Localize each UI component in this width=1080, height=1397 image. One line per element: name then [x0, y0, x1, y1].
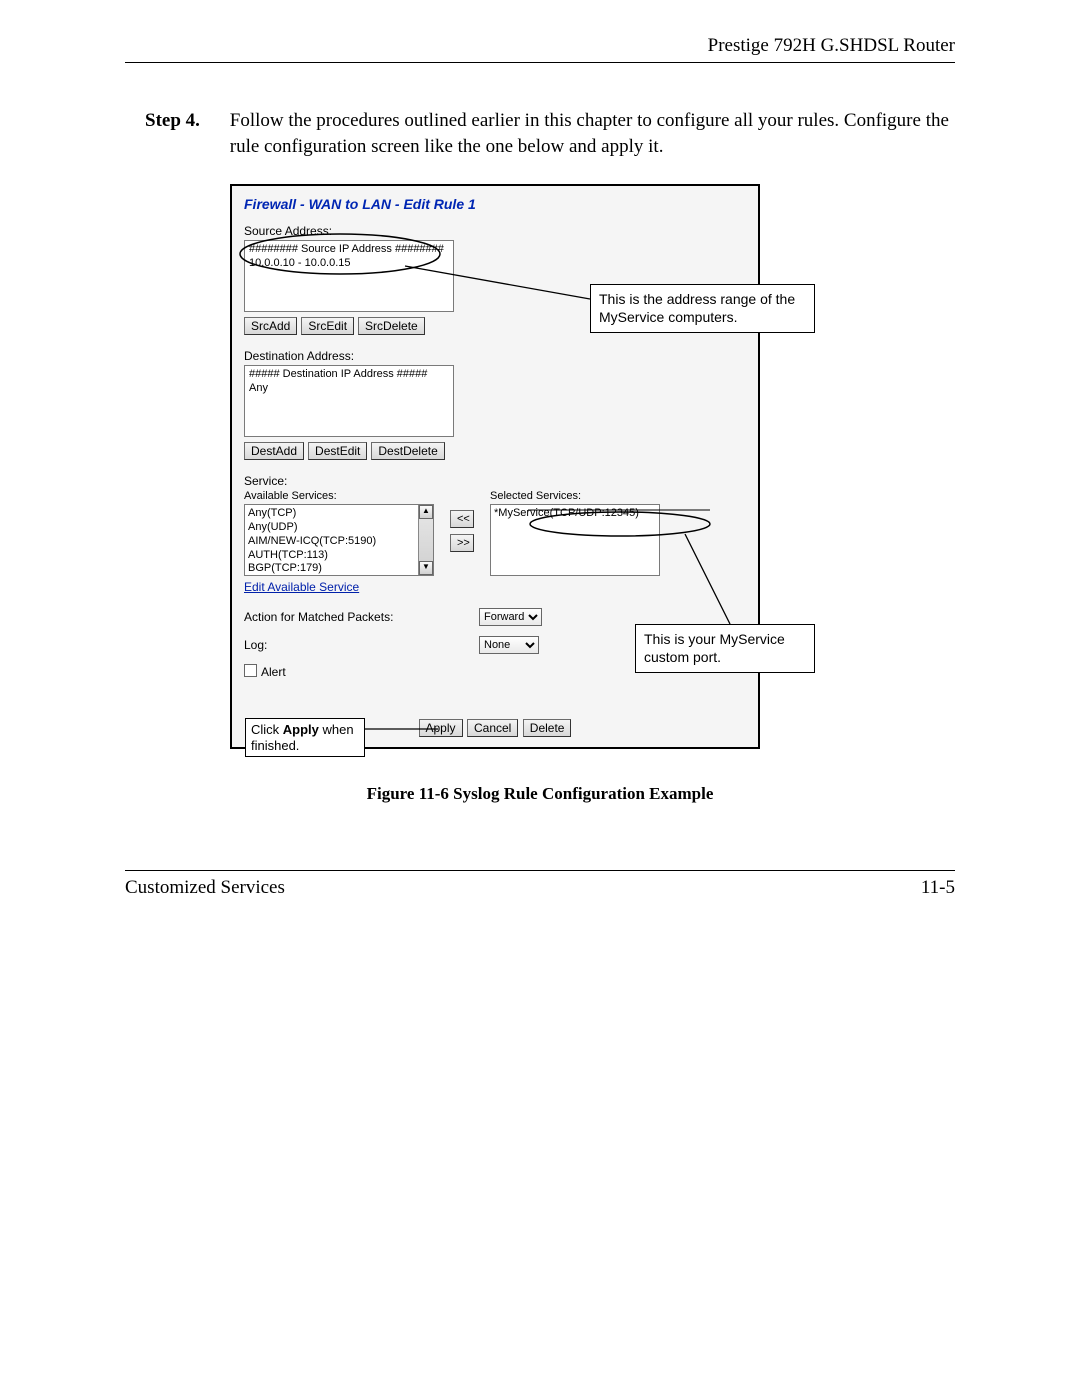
scroll-up-icon[interactable]: ▲ [419, 505, 433, 519]
available-service-item[interactable]: Any(UDP) [248, 521, 430, 535]
page-footer: Customized Services 11-5 [125, 870, 955, 899]
log-label: Log: [244, 638, 469, 652]
log-select[interactable]: None [479, 636, 539, 654]
panel-title: Firewall - WAN to LAN - Edit Rule 1 [244, 196, 746, 212]
figure-region: Firewall - WAN to LAN - Edit Rule 1 Sour… [230, 184, 890, 764]
source-address-list[interactable]: ######## Source IP Address ######## 10.0… [244, 240, 454, 312]
source-list-header: ######## Source IP Address ######## [249, 243, 449, 257]
source-list-item[interactable]: 10.0.0.10 - 10.0.0.15 [249, 257, 449, 271]
action-label: Action for Matched Packets: [244, 610, 469, 624]
footer-left: Customized Services [125, 877, 285, 899]
scrollbar[interactable]: ▲ ▼ [418, 505, 433, 575]
callout-custom-port: This is your MyService custom port. [635, 624, 815, 673]
selected-services-list[interactable]: *MyService(TCP/UDP:12345) [490, 504, 660, 576]
dest-address-label: Destination Address: [244, 349, 746, 363]
service-label: Service: [244, 474, 746, 488]
dest-delete-button[interactable]: DestDelete [371, 442, 444, 460]
alert-checkbox[interactable]: Alert [244, 664, 286, 679]
callout-address-range: This is the address range of the MyServi… [590, 284, 815, 333]
available-service-item[interactable]: AUTH(TCP:113) [248, 549, 430, 563]
step-label: Step 4. [145, 108, 225, 134]
available-services-label: Available Services: [244, 490, 434, 502]
available-services-list[interactable]: Any(TCP) Any(UDP) AIM/NEW-ICQ(TCP:5190) … [244, 504, 434, 576]
callout-apply-hint-a: Click [251, 722, 283, 737]
step-block: Step 4. Follow the procedures outlined e… [145, 108, 955, 159]
dest-list-header: ##### Destination IP Address ##### [249, 368, 449, 382]
src-edit-button[interactable]: SrcEdit [301, 317, 354, 335]
step-text: Follow the procedures outlined earlier i… [230, 108, 950, 159]
callout-apply-hint: Click Apply when finished. [245, 718, 365, 757]
dest-add-button[interactable]: DestAdd [244, 442, 304, 460]
figure-caption: Figure 11-6 Syslog Rule Configuration Ex… [125, 784, 955, 804]
dest-address-list[interactable]: ##### Destination IP Address ##### Any [244, 365, 454, 437]
move-right-button[interactable]: >> [450, 534, 474, 552]
src-delete-button[interactable]: SrcDelete [358, 317, 425, 335]
src-add-button[interactable]: SrcAdd [244, 317, 297, 335]
move-left-button[interactable]: << [450, 510, 474, 528]
cancel-button[interactable]: Cancel [467, 719, 518, 737]
callout-apply-hint-b: Apply [283, 722, 319, 737]
selected-service-item[interactable]: *MyService(TCP/UDP:12345) [494, 507, 656, 521]
available-service-item[interactable]: AIM/NEW-ICQ(TCP:5190) [248, 535, 430, 549]
service-section: Service: Available Services: Any(TCP) An… [244, 474, 746, 594]
selected-services-label: Selected Services: [490, 490, 660, 502]
delete-button[interactable]: Delete [523, 719, 572, 737]
edit-available-service-link[interactable]: Edit Available Service [244, 580, 434, 594]
dest-list-item[interactable]: Any [249, 382, 449, 396]
available-service-item[interactable]: BGP(TCP:179) [248, 562, 430, 576]
available-service-item[interactable]: Any(TCP) [248, 507, 430, 521]
apply-button[interactable]: Apply [419, 719, 463, 737]
source-address-label: Source Address: [244, 224, 746, 238]
alert-label: Alert [261, 665, 286, 679]
header-title: Prestige 792H G.SHDSL Router [708, 35, 955, 56]
footer-right: 11-5 [921, 877, 955, 899]
page-header: Prestige 792H G.SHDSL Router [125, 35, 955, 63]
dest-address-section: Destination Address: ##### Destination I… [244, 349, 746, 460]
dest-edit-button[interactable]: DestEdit [308, 442, 367, 460]
scroll-down-icon[interactable]: ▼ [419, 561, 433, 575]
action-select[interactable]: Forward [479, 608, 542, 626]
